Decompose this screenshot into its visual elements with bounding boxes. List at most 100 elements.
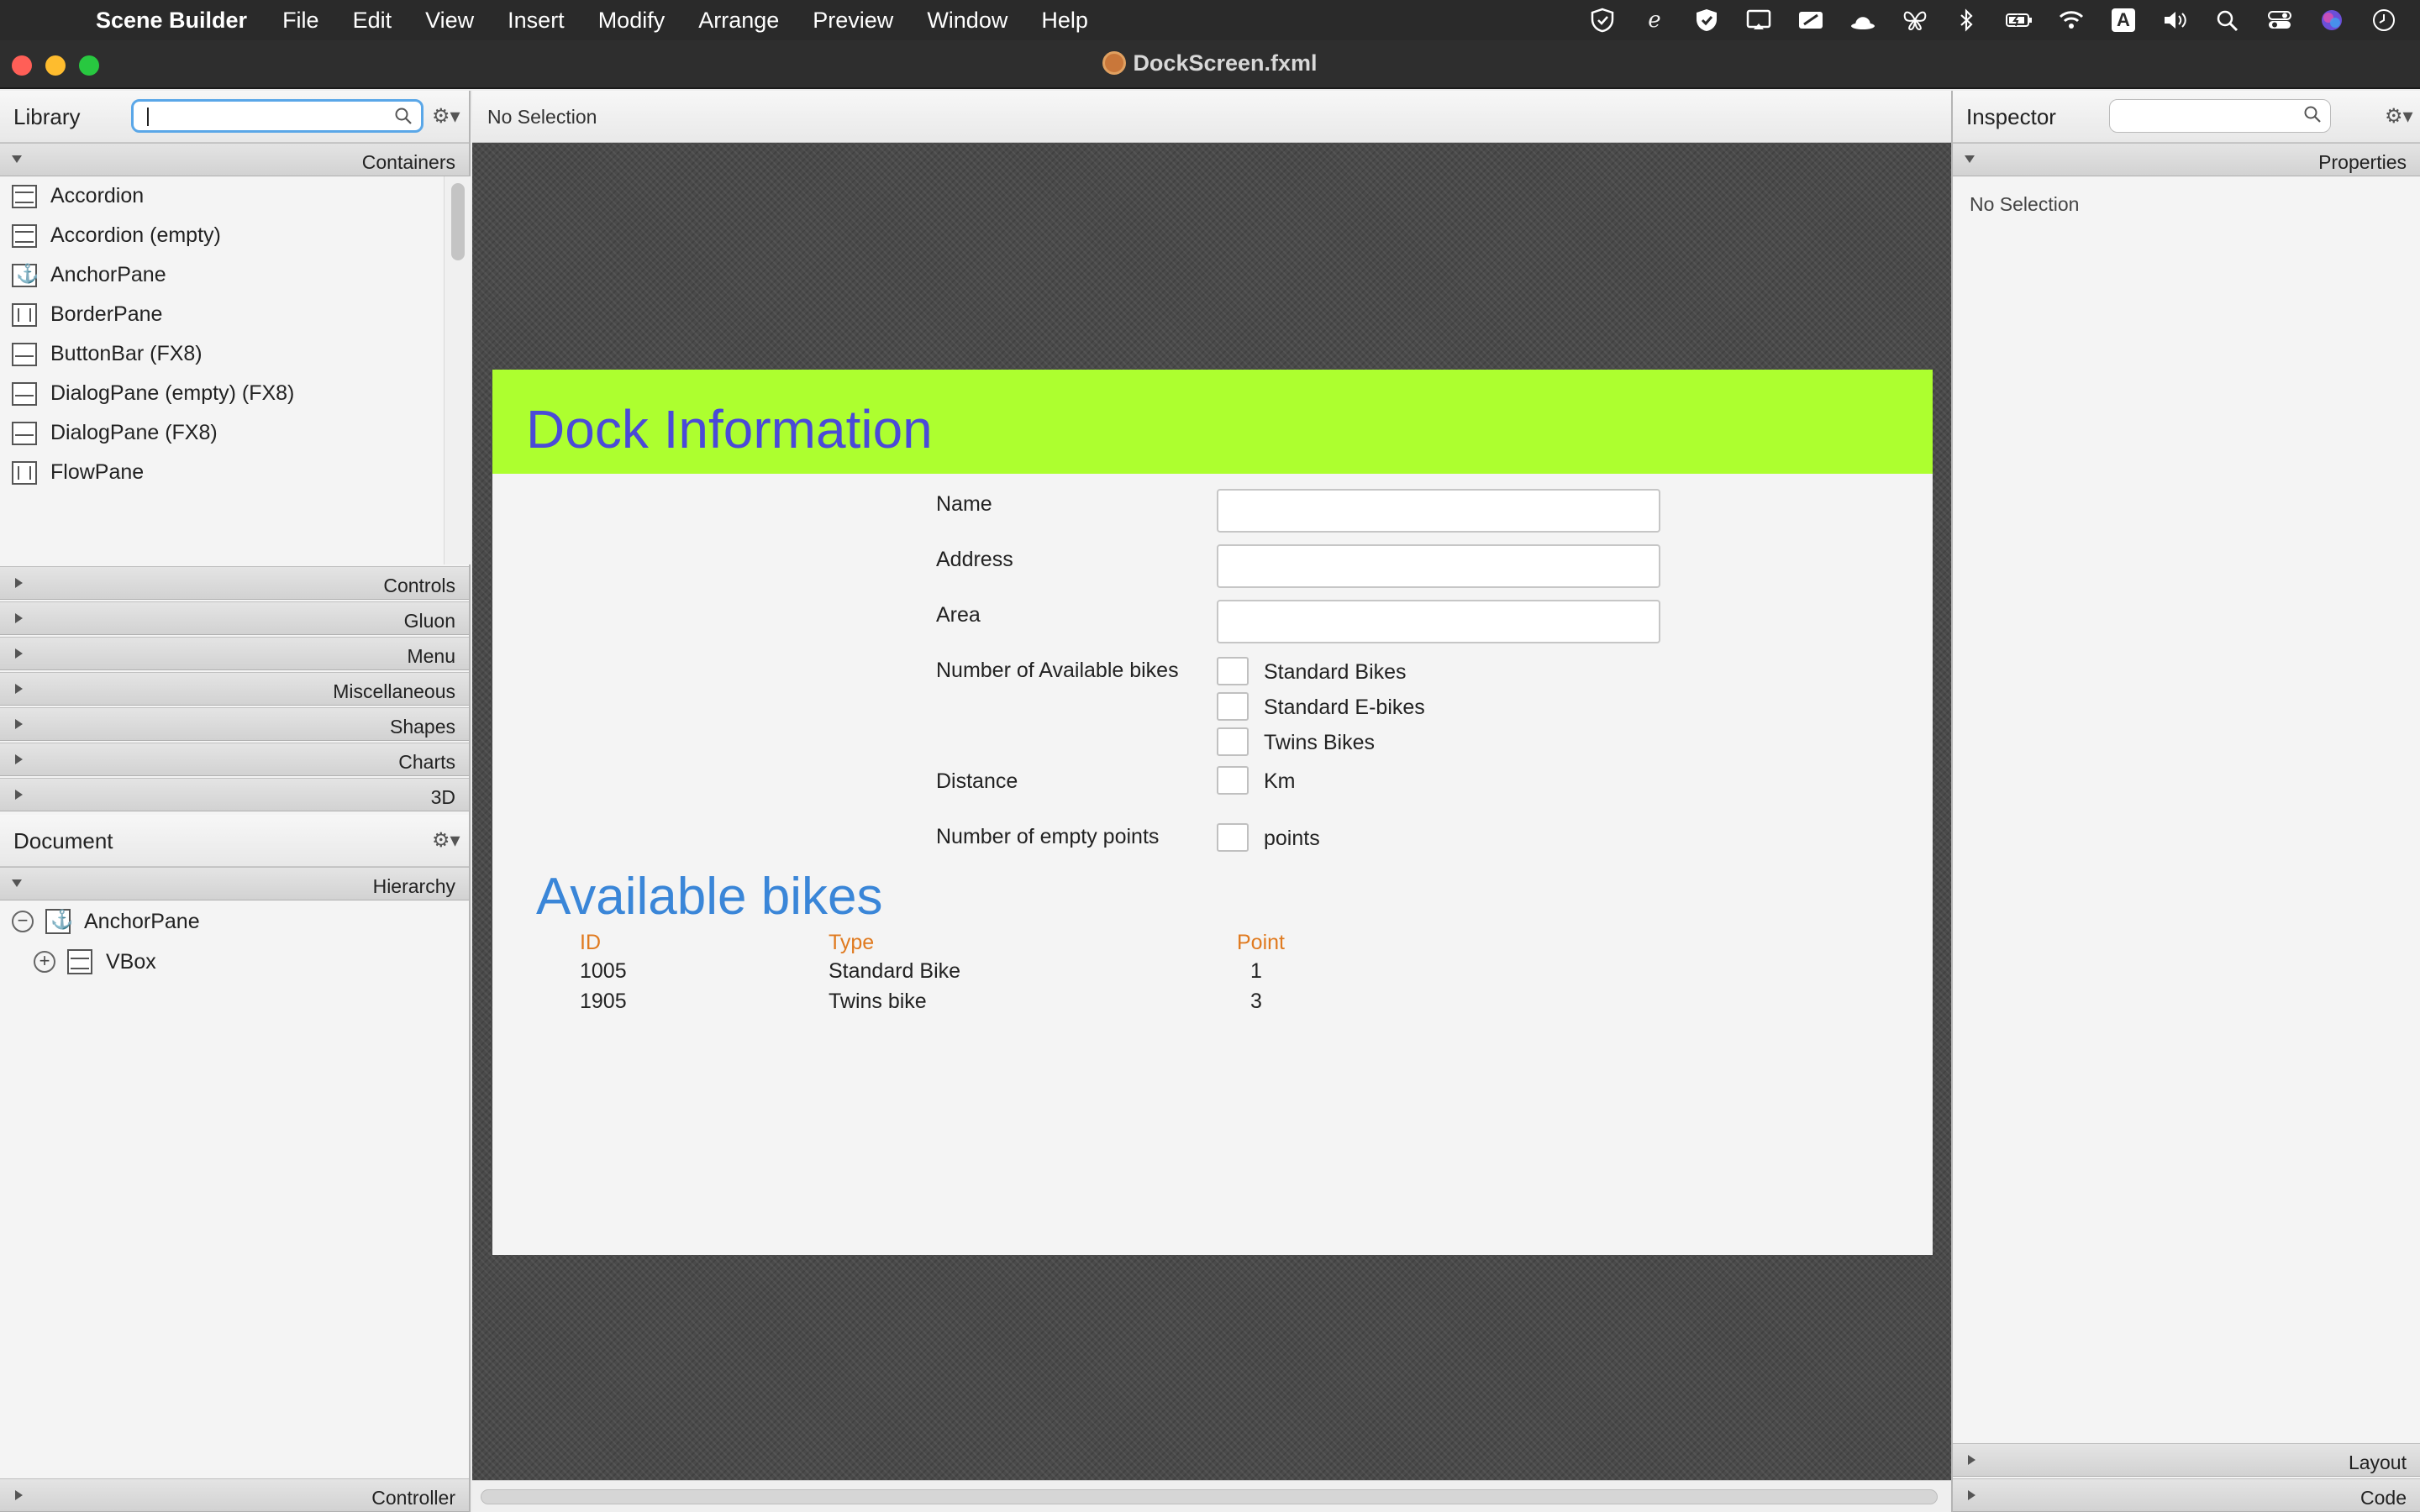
design-surface[interactable]: Dock Information Name Address Area Numbe… bbox=[492, 370, 1933, 1255]
menu-section-header[interactable]: Menu bbox=[0, 637, 469, 670]
misc-section-header[interactable]: Miscellaneous bbox=[0, 672, 469, 706]
inspector-gear-icon[interactable]: ⚙▾ bbox=[2385, 104, 2413, 129]
design-canvas[interactable]: Dock Information Name Address Area Numbe… bbox=[472, 143, 1951, 1480]
table-header-id[interactable]: ID bbox=[580, 931, 601, 955]
standard-ebikes-label[interactable]: Standard E-bikes bbox=[1264, 696, 1425, 720]
empty-points-checkbox[interactable] bbox=[1217, 823, 1249, 852]
standard-ebikes-checkbox[interactable] bbox=[1217, 692, 1249, 721]
table-cell[interactable]: 1905 bbox=[580, 990, 627, 1014]
library-item-anchorpane[interactable]: AnchorPane bbox=[0, 255, 444, 295]
library-item-borderpane[interactable]: BorderPane bbox=[0, 295, 444, 334]
siri-icon[interactable] bbox=[2316, 7, 2348, 34]
hierarchy-section-header[interactable]: Hierarchy bbox=[0, 867, 469, 900]
shapes-section-label: Shapes bbox=[389, 716, 455, 738]
code-section-header[interactable]: Code bbox=[1953, 1478, 2420, 1512]
library-gear-icon[interactable]: ⚙▾ bbox=[432, 104, 460, 129]
menu-window[interactable]: Window bbox=[927, 8, 1007, 34]
gluon-section-header[interactable]: Gluon bbox=[0, 601, 469, 635]
library-scroll-thumb[interactable] bbox=[451, 183, 465, 260]
points-label[interactable]: points bbox=[1264, 827, 1320, 851]
menu-help[interactable]: Help bbox=[1041, 8, 1088, 34]
menu-arrange[interactable]: Arrange bbox=[698, 8, 779, 34]
containers-section-header[interactable]: Containers bbox=[0, 143, 469, 176]
menu-modify[interactable]: Modify bbox=[598, 8, 666, 34]
expand-toggle-icon[interactable]: + bbox=[34, 951, 55, 973]
collapsed-arrow-icon bbox=[15, 754, 23, 764]
document-gear-icon[interactable]: ⚙▾ bbox=[432, 828, 460, 853]
volume-icon[interactable] bbox=[2160, 7, 2191, 34]
available-bikes-title[interactable]: Available bikes bbox=[536, 867, 882, 927]
collapse-toggle-icon[interactable]: − bbox=[12, 911, 34, 932]
menu-preview[interactable]: Preview bbox=[813, 8, 893, 34]
layout-section-header[interactable]: Layout bbox=[1953, 1443, 2420, 1477]
clock-icon[interactable] bbox=[2368, 7, 2400, 34]
dock-header[interactable]: Dock Information bbox=[492, 370, 1933, 474]
table-cell[interactable]: Twins bike bbox=[829, 990, 927, 1014]
buttonbar-icon bbox=[12, 342, 37, 366]
controls-section-header[interactable]: Controls bbox=[0, 566, 469, 600]
controller-section-header[interactable]: Controller bbox=[0, 1478, 469, 1512]
script-e-icon[interactable]: e bbox=[1639, 7, 1670, 34]
empty-points-label[interactable]: Number of empty points bbox=[936, 825, 1159, 849]
distance-label[interactable]: Distance bbox=[936, 769, 1018, 794]
dock-header-title[interactable]: Dock Information bbox=[526, 398, 933, 460]
tree-item-vbox[interactable]: + VBox bbox=[34, 949, 156, 974]
address-label[interactable]: Address bbox=[936, 548, 1013, 572]
collapsed-arrow-icon bbox=[15, 578, 23, 588]
inspector-search-input[interactable] bbox=[2109, 99, 2331, 133]
distance-checkbox[interactable] bbox=[1217, 766, 1249, 795]
twins-bikes-label[interactable]: Twins Bikes bbox=[1264, 731, 1375, 755]
table-header-point[interactable]: Point bbox=[1237, 931, 1285, 955]
control-center-icon[interactable] bbox=[2264, 7, 2296, 34]
shapes-section-header[interactable]: Shapes bbox=[0, 707, 469, 741]
available-bikes-label[interactable]: Number of Available bikes bbox=[936, 659, 1179, 683]
area-field[interactable] bbox=[1217, 600, 1660, 643]
standard-bikes-label[interactable]: Standard Bikes bbox=[1264, 660, 1407, 685]
3d-section-header[interactable]: 3D bbox=[0, 778, 469, 811]
table-cell[interactable]: Standard Bike bbox=[829, 959, 960, 984]
library-scrollbar[interactable] bbox=[444, 176, 471, 564]
hat-icon[interactable] bbox=[1847, 7, 1879, 34]
wifi-icon[interactable] bbox=[2055, 7, 2087, 34]
km-label[interactable]: Km bbox=[1264, 769, 1296, 794]
input-source-icon[interactable]: A bbox=[2107, 7, 2139, 34]
vpn-shield-icon[interactable] bbox=[1586, 7, 1618, 34]
app-name-menu[interactable]: Scene Builder bbox=[96, 8, 247, 34]
screen-mirror-icon[interactable] bbox=[1743, 7, 1775, 34]
area-label[interactable]: Area bbox=[936, 603, 981, 627]
library-item-flowpane[interactable]: FlowPane bbox=[0, 453, 444, 492]
spotlight-search-icon[interactable] bbox=[2212, 7, 2244, 34]
library-item-accordion[interactable]: Accordion bbox=[0, 176, 444, 216]
charts-section-header[interactable]: Charts bbox=[0, 743, 469, 776]
menu-file[interactable]: File bbox=[282, 8, 319, 34]
twins-bikes-checkbox[interactable] bbox=[1217, 727, 1249, 756]
menu-edit[interactable]: Edit bbox=[353, 8, 392, 34]
table-cell[interactable]: 3 bbox=[1250, 990, 1262, 1014]
library-item-buttonbar[interactable]: ButtonBar (FX8) bbox=[0, 334, 444, 374]
table-cell[interactable]: 1005 bbox=[580, 959, 627, 984]
borderpane-icon bbox=[12, 302, 37, 327]
pen-tablet-icon[interactable] bbox=[1795, 7, 1827, 34]
canvas-horizontal-scrollbar[interactable] bbox=[472, 1480, 1951, 1512]
properties-section-header[interactable]: Properties bbox=[1953, 143, 2420, 176]
library-item-accordion-empty[interactable]: Accordion (empty) bbox=[0, 216, 444, 255]
shield-check-icon[interactable] bbox=[1691, 7, 1723, 34]
canvas-scroll-thumb[interactable] bbox=[481, 1489, 1938, 1504]
library-item-dialogpane-empty[interactable]: DialogPane (empty) (FX8) bbox=[0, 374, 444, 413]
library-item-dialogpane[interactable]: DialogPane (FX8) bbox=[0, 413, 444, 453]
library-item-label: FlowPane bbox=[50, 460, 145, 484]
standard-bikes-checkbox[interactable] bbox=[1217, 657, 1249, 685]
table-cell[interactable]: 1 bbox=[1250, 959, 1262, 984]
expanded-arrow-icon bbox=[12, 155, 22, 163]
table-header-type[interactable]: Type bbox=[829, 931, 874, 955]
bluetooth-icon[interactable] bbox=[1951, 7, 1983, 34]
address-field[interactable] bbox=[1217, 544, 1660, 588]
name-field[interactable] bbox=[1217, 489, 1660, 533]
butterfly-icon[interactable] bbox=[1899, 7, 1931, 34]
menu-view[interactable]: View bbox=[425, 8, 474, 34]
battery-icon[interactable] bbox=[2003, 7, 2035, 34]
menu-insert[interactable]: Insert bbox=[508, 8, 565, 34]
tree-item-anchorpane[interactable]: − AnchorPane bbox=[12, 909, 200, 934]
name-label[interactable]: Name bbox=[936, 492, 992, 517]
library-search-input[interactable] bbox=[131, 99, 424, 133]
